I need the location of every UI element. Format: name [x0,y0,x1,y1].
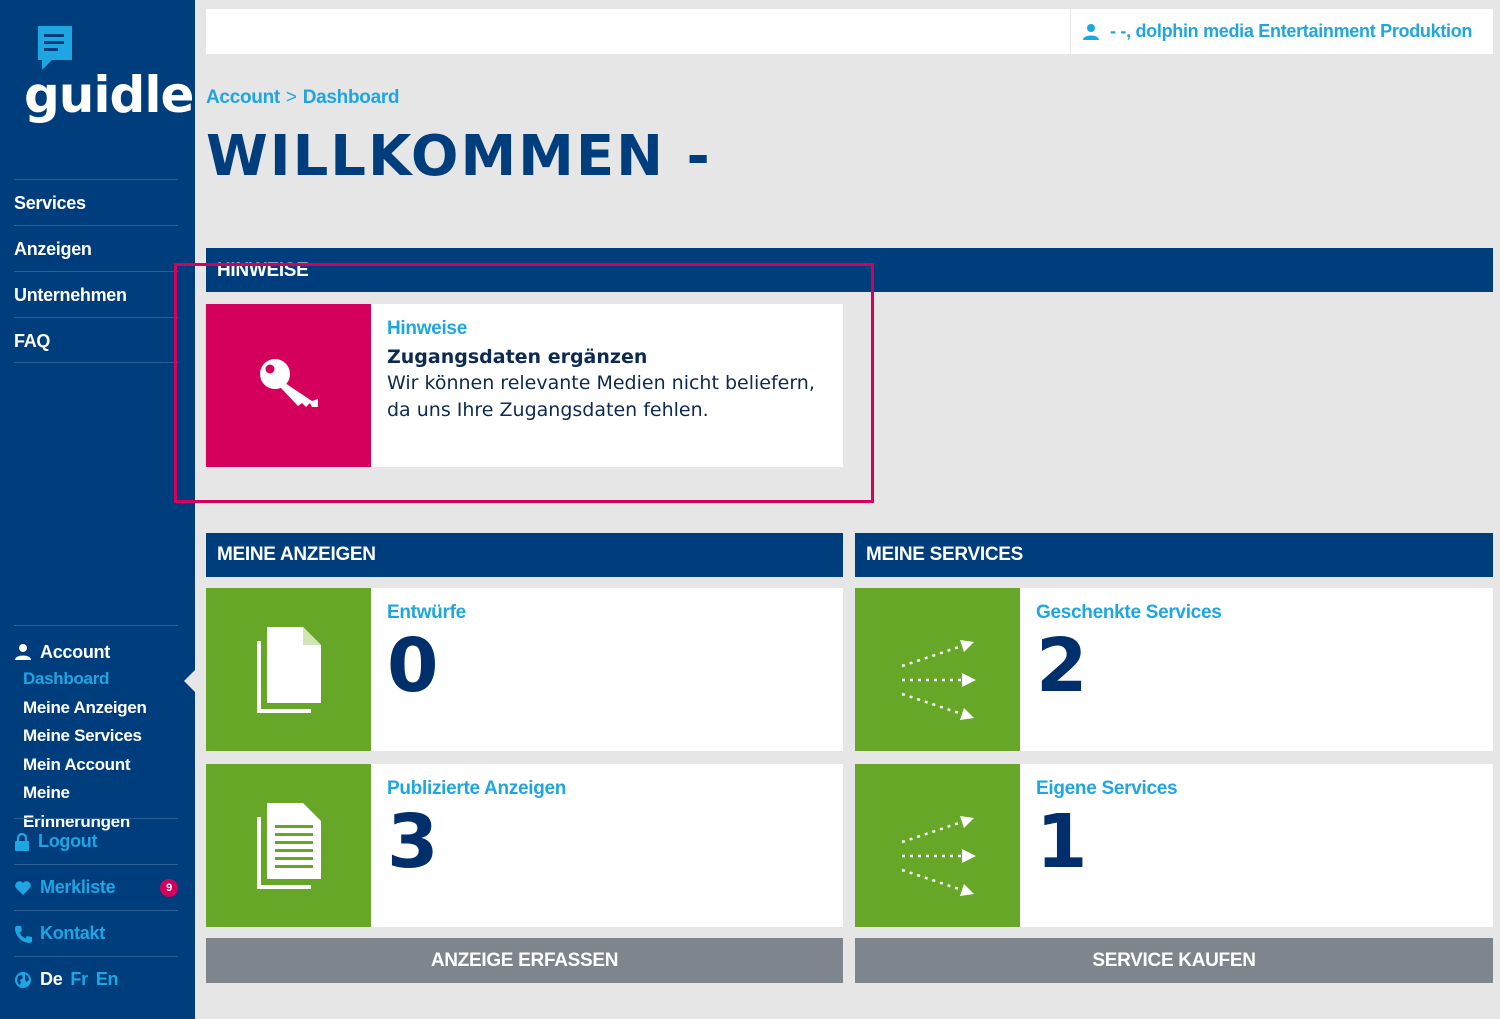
globe-icon [15,971,31,988]
own-services-count: 1 [1036,799,1088,885]
lock-icon [15,832,29,851]
published-tile [206,764,371,927]
breadcrumb-account[interactable]: Account [206,87,280,108]
nav-item-unternehmen[interactable]: Unternehmen [14,271,178,317]
language-de[interactable]: De [40,969,63,990]
logout-label: Logout [38,831,98,851]
gifted-services-label: Geschenkte Services [1036,602,1222,623]
account-nav: Account Dashboard Meine Anzeigen Meine S… [14,625,178,831]
account-item-meine-anzeigen[interactable]: Meine Anzeigen [14,694,178,723]
user-icon [1083,23,1099,40]
document-icon [256,626,321,713]
service-kaufen-button[interactable]: SERVICE KAUFEN [855,938,1493,983]
nav-item-services[interactable]: Services [14,179,178,225]
kontakt-link[interactable]: Kontakt [14,910,178,956]
own-services-label: Eigene Services [1036,778,1178,799]
meine-services-header: MEINE SERVICES [855,533,1493,577]
sidebar: guidle Services Anzeigen Unternehmen FAQ… [0,0,195,1019]
hint-highlight-frame [174,263,874,503]
drafts-card[interactable]: Entwürfe 0 [206,588,843,751]
top-bar-divider [1070,9,1071,54]
published-card[interactable]: Publizierte Anzeigen 3 [206,764,843,927]
top-bar: - -, dolphin media Entertainment Produkt… [206,9,1493,54]
breadcrumb-dashboard[interactable]: Dashboard [303,87,400,108]
meine-anzeigen-header: MEINE ANZEIGEN [206,533,843,577]
breadcrumb-separator: > [285,87,297,108]
language-fr[interactable]: Fr [70,969,88,990]
user-name: - -, dolphin media Entertainment Produkt… [1110,21,1473,41]
published-label: Publizierte Anzeigen [387,778,567,799]
language-en[interactable]: En [96,969,119,990]
kontakt-label: Kontakt [40,923,105,943]
account-item-mein-account[interactable]: Mein Account [14,751,178,780]
account-item-meine-erinnerungen[interactable]: Meine Erinnerungen [14,779,178,831]
heart-icon [15,880,31,895]
logout-link[interactable]: Logout [14,818,178,864]
phone-icon [15,925,32,943]
language-switcher: De Fr En [14,956,178,1002]
nav-item-faq[interactable]: FAQ [14,317,178,363]
own-services-tile [855,764,1020,927]
merkliste-label: Merkliste [40,877,116,897]
user-account-link[interactable]: - -, dolphin media Entertainment Produkt… [1082,9,1472,54]
user-icon [15,644,31,660]
merkliste-count-badge: 9 [160,879,178,897]
published-count: 3 [387,799,439,885]
logo[interactable]: guidle [24,22,194,124]
gifted-services-tile [855,588,1020,751]
account-heading[interactable]: Account [14,639,178,665]
page-title: WILLKOMMEN - [206,124,712,189]
drafts-label: Entwürfe [387,602,466,623]
account-item-meine-services[interactable]: Meine Services [14,722,178,751]
brand-name: guidle [24,66,194,124]
speech-bubble-icon [38,26,72,70]
gifted-services-card[interactable]: Geschenkte Services 2 [855,588,1493,751]
anzeige-erfassen-button[interactable]: ANZEIGE ERFASSEN [206,938,843,983]
drafts-tile [206,588,371,751]
utility-nav: Logout Merkliste 9 Kontakt De Fr En [14,818,178,1002]
drafts-count: 0 [387,623,439,709]
main-nav: Services Anzeigen Unternehmen FAQ [14,179,178,363]
own-services-card[interactable]: Eigene Services 1 [855,764,1493,927]
account-item-dashboard[interactable]: Dashboard [14,665,178,694]
merkliste-link[interactable]: Merkliste 9 [14,864,178,910]
active-nav-caret [184,670,195,692]
gifted-services-count: 2 [1036,623,1088,709]
share-arrows-icon [901,639,976,720]
account-label: Account [40,641,110,662]
document-lines-icon [256,802,321,889]
breadcrumb: Account > Dashboard [206,87,400,109]
nav-item-anzeigen[interactable]: Anzeigen [14,225,178,271]
share-arrows-icon [901,815,976,896]
